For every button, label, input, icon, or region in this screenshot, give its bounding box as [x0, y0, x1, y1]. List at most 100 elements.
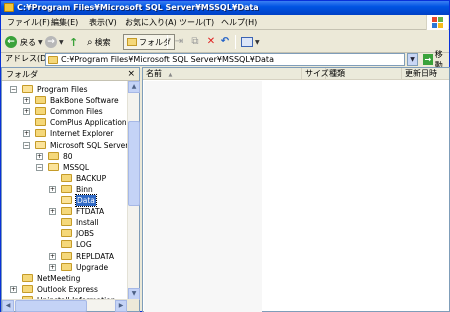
scrollbar-corner [127, 299, 139, 311]
tree-item[interactable]: +80 [2, 151, 127, 162]
forward-button[interactable]: → ▼ [45, 34, 64, 50]
tree-item-label: REPLDATA [76, 252, 114, 261]
tree-item[interactable]: BACKUP [2, 173, 127, 184]
tree-item[interactable]: LOG [2, 239, 127, 250]
tree-item-label: ComPlus Applications [50, 118, 127, 127]
menu-view[interactable]: 表示(V) [89, 17, 117, 28]
address-input[interactable]: C:¥Program Files¥Microsoft SQL Server¥MS… [45, 53, 405, 66]
expand-icon[interactable]: + [23, 108, 30, 115]
window-title: C:¥Program Files¥Microsoft SQL Server¥MS… [17, 3, 259, 12]
expand-icon[interactable]: + [23, 97, 30, 104]
scroll-up-icon[interactable]: ▲ [128, 81, 140, 93]
column-name[interactable]: 名前 ▲ [143, 68, 302, 80]
toolbar-separator [167, 35, 168, 49]
menu-file[interactable]: ファイル(F) [7, 17, 50, 28]
menu-help[interactable]: ヘルプ(H) [221, 17, 257, 28]
go-button[interactable]: → 移動 [423, 50, 449, 70]
tree-item[interactable]: NetMeeting [2, 273, 127, 284]
tree-item[interactable]: − Microsoft SQL Server [2, 140, 127, 151]
tree-item[interactable]: + Common Files [2, 106, 127, 117]
tree-item-label: Common Files [50, 107, 103, 116]
expand-icon[interactable]: + [49, 208, 56, 215]
collapse-icon[interactable]: − [36, 164, 43, 171]
menu-tools[interactable]: ツール(T) [179, 17, 214, 28]
tree-item[interactable]: Data [2, 194, 127, 207]
go-arrow-icon: → [423, 54, 433, 65]
collapse-icon[interactable]: − [10, 86, 17, 93]
tree-item[interactable]: Install [2, 217, 127, 228]
move-to-icon[interactable]: ⇥ [173, 36, 185, 48]
expand-icon[interactable]: + [36, 153, 43, 160]
delete-icon[interactable]: ✕ [205, 36, 217, 48]
windows-flag-icon [432, 17, 444, 28]
vertical-scrollbar[interactable]: ▲ ▼ [127, 81, 140, 300]
toolbar-separator [235, 35, 236, 49]
folders-icon [127, 38, 137, 46]
tree-item[interactable]: − MSSQL [2, 162, 127, 173]
tree-item-label: Internet Explorer [50, 129, 114, 138]
folder-icon [61, 229, 72, 237]
undo-icon[interactable]: ↶ [219, 36, 231, 48]
column-size[interactable]: サイズ [302, 68, 329, 80]
forward-dropdown-icon[interactable]: ▼ [59, 39, 64, 46]
folder-icon [35, 96, 46, 104]
tree-item[interactable]: + Internet Explorer [2, 128, 127, 139]
open-folder-icon [35, 141, 46, 149]
expand-icon[interactable]: + [49, 264, 56, 271]
tree-item-label: Microsoft SQL Server [50, 141, 127, 150]
views-icon [241, 37, 253, 47]
folder-icon [22, 285, 33, 293]
views-dropdown-icon[interactable]: ▼ [255, 39, 260, 46]
folder-icon [48, 56, 58, 64]
back-button[interactable]: ← 戻る ▼ [5, 34, 43, 50]
folder-icon [61, 240, 72, 248]
tree-item-label: Binn [76, 185, 93, 194]
title-bar[interactable]: C:¥Program Files¥Microsoft SQL Server¥MS… [1, 1, 449, 15]
toolbar: ← 戻る ▼ → ▼ ↑ ⌕ 検索 フォルダ ⇥ ⧉ ✕ ↶ ▼ [1, 31, 449, 53]
copy-to-icon[interactable]: ⧉ [189, 36, 201, 48]
horizontal-scrollbar[interactable]: ◀ ▶ [2, 299, 127, 312]
file-list-body[interactable] [144, 81, 262, 312]
tree-item[interactable]: JOBS [2, 228, 127, 239]
tree-item[interactable]: ComPlus Applications [2, 117, 127, 128]
expand-icon[interactable]: + [49, 186, 56, 193]
address-bar: アドレス(D) C:¥Program Files¥Microsoft SQL S… [1, 50, 449, 70]
menu-favorites[interactable]: お気に入り(A) [125, 17, 177, 28]
back-dropdown-icon[interactable]: ▼ [38, 39, 43, 46]
up-folder-icon: ↑ [69, 35, 79, 49]
folder-pane-header: フォルダ × [2, 68, 139, 81]
tree-item-label: Data [75, 194, 97, 207]
folder-icon [22, 274, 33, 282]
menu-edit[interactable]: 編集(E) [51, 17, 78, 28]
tree-item-label: Upgrade [76, 263, 109, 272]
explorer-window: C:¥Program Files¥Microsoft SQL Server¥MS… [0, 0, 450, 312]
scroll-right-icon[interactable]: ▶ [115, 300, 127, 312]
search-icon: ⌕ [87, 36, 93, 48]
close-icon[interactable]: × [127, 68, 135, 80]
tree-item[interactable]: + REPLDATA [2, 251, 127, 262]
scroll-thumb[interactable] [128, 121, 140, 206]
collapse-icon[interactable]: − [23, 142, 30, 149]
folder-icon [48, 152, 59, 160]
tree-item-label: MSSQL [63, 163, 90, 172]
open-folder-icon [61, 196, 72, 204]
tree-item[interactable]: + BakBone Software [2, 95, 127, 106]
column-modified[interactable]: 更新日時 [402, 68, 450, 80]
tree-item[interactable]: + Binn [2, 184, 127, 195]
search-button[interactable]: ⌕ 検索 [87, 34, 111, 50]
scroll-thumb[interactable] [15, 300, 87, 312]
expand-icon[interactable]: + [23, 130, 30, 137]
scroll-left-icon[interactable]: ◀ [2, 300, 14, 312]
views-button[interactable]: ▼ [241, 34, 260, 50]
tree-item[interactable]: + FTDATA [2, 206, 127, 217]
expand-icon[interactable]: + [49, 253, 56, 260]
column-type[interactable]: 種類 [326, 68, 402, 80]
up-button[interactable]: ↑ [69, 34, 78, 50]
tree-item[interactable]: − Program Files [2, 84, 127, 95]
address-dropdown-button[interactable]: ▼ [407, 53, 418, 66]
tree-item[interactable]: + Outlook Express [2, 284, 127, 295]
tree-item[interactable]: + Upgrade [2, 262, 127, 273]
expand-icon[interactable]: + [10, 286, 17, 293]
address-value: C:¥Program Files¥Microsoft SQL Server¥MS… [61, 55, 274, 64]
tree-item-label: Program Files [37, 85, 88, 94]
